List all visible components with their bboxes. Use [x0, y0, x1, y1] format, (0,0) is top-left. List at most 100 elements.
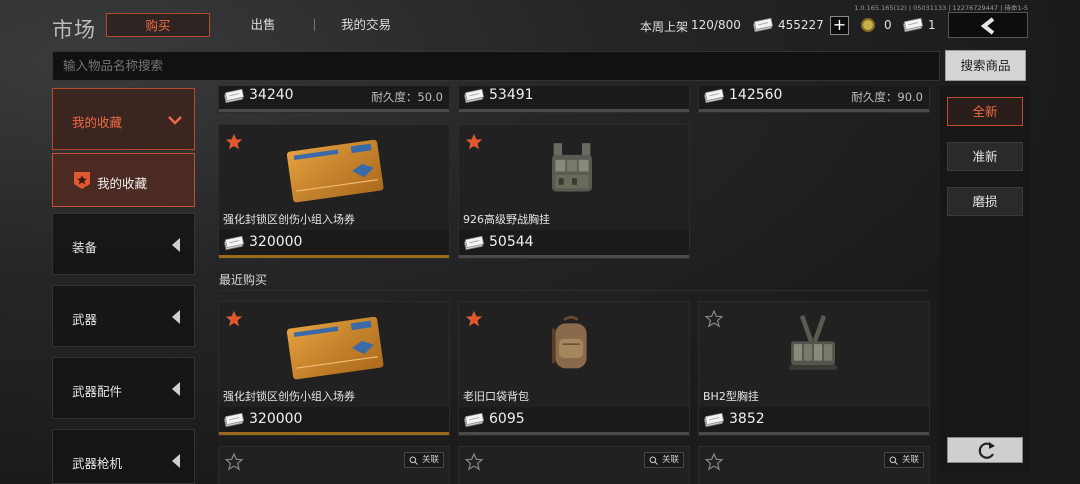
filter-brand-new[interactable]: 全新: [947, 97, 1023, 126]
refresh-icon: [978, 442, 995, 459]
page-title: 市场: [52, 18, 96, 42]
listing-price: 53491: [489, 87, 534, 103]
associate-button[interactable]: 关联: [644, 452, 684, 468]
sidebar-item-weapon-bolts[interactable]: 武器枪机: [52, 429, 195, 484]
chevron-down-icon: [168, 116, 182, 125]
entry-ticket-image: [285, 312, 385, 382]
star-filled-icon[interactable]: [225, 310, 243, 328]
associate-button[interactable]: 关联: [884, 452, 924, 468]
ticket-currency-icon: [902, 18, 924, 32]
cash-icon: [223, 89, 245, 103]
search-icon: [889, 456, 898, 465]
sidebar-item-equipment[interactable]: 装备: [52, 213, 195, 275]
star-filled-icon[interactable]: [225, 133, 243, 151]
price-row: 320000: [219, 407, 449, 434]
durability-bar: [459, 432, 689, 435]
sidebar-item-label: 武器: [72, 312, 98, 327]
chevron-left-icon: [172, 238, 180, 252]
back-button[interactable]: [948, 12, 1028, 38]
durability-bar: [219, 109, 449, 112]
listing-card[interactable]: BH2型胸挂 3852: [698, 301, 930, 436]
durability-bar: [219, 255, 449, 258]
filter-like-new[interactable]: 准新: [947, 142, 1023, 171]
sidebar-item-favorites[interactable]: 我的收藏: [52, 88, 195, 150]
listing-price: 6095: [489, 411, 525, 427]
chest-rig-image: [785, 314, 841, 378]
search-icon: [649, 456, 658, 465]
cash-icon: [703, 89, 725, 103]
price-row: 3852: [699, 407, 929, 434]
tab-divider: [314, 19, 315, 31]
price-row: 142560 耐久度：90.0: [699, 86, 929, 110]
search-input[interactable]: [63, 52, 923, 80]
star-empty-icon[interactable]: [465, 453, 483, 471]
listing-card[interactable]: 强化封锁区创伤小组入场券 320000: [218, 124, 450, 259]
weekly-listing-label: 本周上架: [640, 20, 689, 34]
associate-label: 关联: [661, 455, 679, 465]
sidebar-item-weapons[interactable]: 武器: [52, 285, 195, 347]
tab-sell[interactable]: 出售: [218, 13, 308, 37]
section-divider: [218, 290, 928, 291]
search-button[interactable]: 搜索商品: [945, 50, 1026, 81]
entry-ticket-image: [285, 135, 385, 205]
ticket-balance: 1: [928, 18, 936, 32]
sidebar-item-label: 装备: [72, 240, 98, 255]
listing-price: 3852: [729, 411, 765, 427]
tab-buy[interactable]: 购买: [106, 13, 210, 37]
sidebar-item-label: 武器配件: [72, 384, 123, 399]
cash-icon: [703, 413, 725, 427]
star-empty-icon[interactable]: [705, 453, 723, 471]
filter-worn[interactable]: 磨损: [947, 187, 1023, 216]
backpack-image: [545, 312, 597, 378]
listing-price: 34240: [249, 87, 294, 103]
listing-card[interactable]: 强化封锁区创伤小组入场券 320000: [218, 301, 450, 436]
durability-bar: [699, 432, 929, 435]
durability-label: 耐久度：50.0: [371, 90, 443, 104]
star-filled-icon[interactable]: [465, 133, 483, 151]
add-cash-button[interactable]: +: [830, 16, 849, 35]
tab-my-trades[interactable]: 我的交易: [322, 13, 410, 37]
durability-bar: [459, 255, 689, 258]
listing-name: 926高级野战胸挂: [463, 213, 550, 226]
top-bar: 市场 购买 出售 我的交易 1.0.165.165(12) | 05031133…: [0, 0, 1080, 50]
associate-label: 关联: [901, 455, 919, 465]
durability-bar: [699, 109, 929, 112]
listing-card[interactable]: 53491: [458, 86, 690, 113]
durability-bar: [459, 109, 689, 112]
durability-label: 耐久度：90.0: [851, 90, 923, 104]
refresh-button[interactable]: [947, 437, 1023, 463]
sidebar-item-label: 我的收藏: [97, 176, 148, 191]
listing-grid: 34240 耐久度：50.0 53491 142560 耐久度：90.0 强化封…: [218, 86, 930, 484]
listing-card[interactable]: 142560 耐久度：90.0: [698, 86, 930, 113]
sidebar-subitem-my-favorites[interactable]: 我的收藏: [52, 153, 195, 207]
listing-card[interactable]: 老旧口袋背包 6095: [458, 301, 690, 436]
coin-icon: [861, 18, 875, 32]
listing-price: 320000: [249, 411, 303, 427]
star-filled-icon[interactable]: [465, 310, 483, 328]
star-empty-icon[interactable]: [705, 310, 723, 328]
sidebar-item-weapon-attachments[interactable]: 武器配件: [52, 357, 195, 419]
associate-button[interactable]: 关联: [404, 452, 444, 468]
chevron-left-icon: [980, 17, 995, 35]
price-row: 50544: [459, 230, 689, 257]
listing-card[interactable]: 关联: [698, 446, 930, 484]
listing-card[interactable]: 926高级野战胸挂 50544: [458, 124, 690, 259]
cash-icon: [752, 18, 774, 32]
sidebar-item-label: 武器枪机: [72, 456, 123, 471]
cash-balance: 455227: [778, 18, 824, 32]
chevron-left-icon: [172, 454, 180, 468]
listing-card[interactable]: 34240 耐久度：50.0: [218, 86, 450, 113]
listing-card[interactable]: 关联: [458, 446, 690, 484]
chest-rig-image: [547, 137, 597, 201]
listing-price: 320000: [249, 234, 303, 250]
sidebar-item-label: 我的收藏: [72, 115, 123, 130]
chevron-left-icon: [172, 310, 180, 324]
price-row: 53491: [459, 86, 689, 110]
listing-card[interactable]: 关联: [218, 446, 450, 484]
durability-bar: [219, 432, 449, 435]
search-icon: [409, 456, 418, 465]
listing-name: 强化封锁区创伤小组入场券: [223, 213, 355, 226]
star-empty-icon[interactable]: [225, 453, 243, 471]
cash-icon: [223, 236, 245, 250]
cash-icon: [463, 413, 485, 427]
